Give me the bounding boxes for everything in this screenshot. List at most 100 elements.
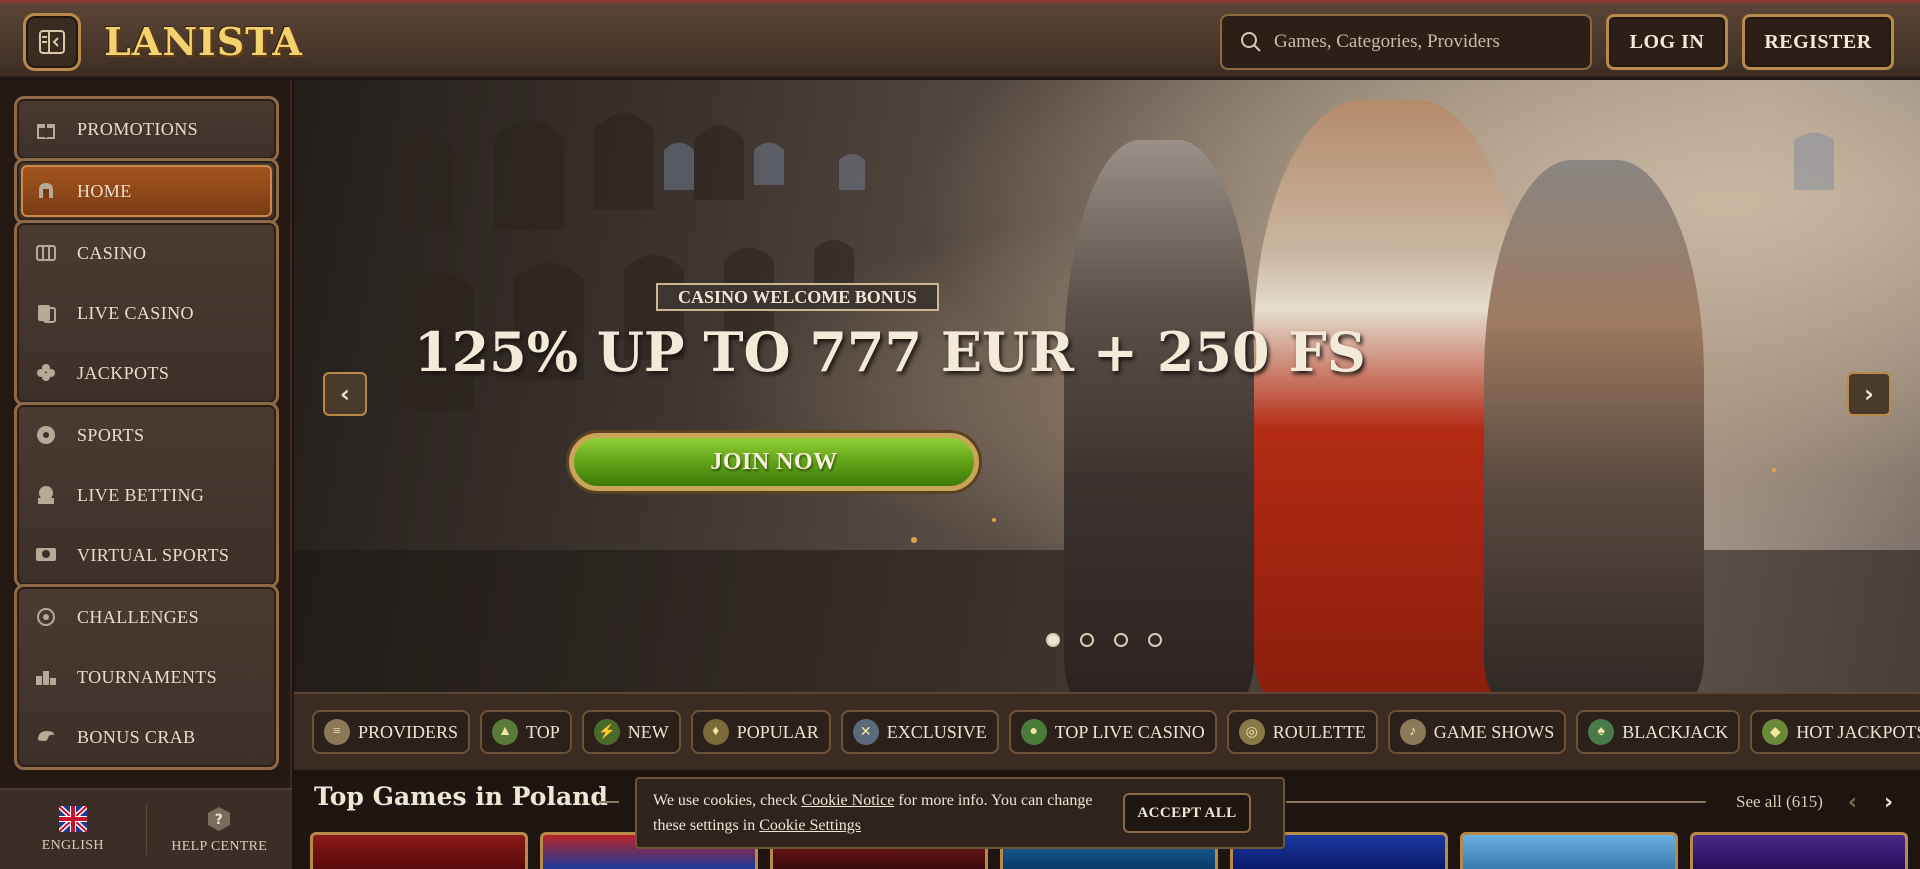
blackjack-cards-icon: ♠ bbox=[1588, 719, 1615, 745]
register-button[interactable]: REGISTER bbox=[1742, 14, 1894, 70]
sidebar-item-live-casino[interactable]: LIVE CASINO bbox=[17, 283, 276, 343]
cards-icon bbox=[35, 302, 57, 324]
category-new[interactable]: ⚡ NEW bbox=[581, 710, 681, 754]
help-centre-button[interactable]: ? HELP CENTRE bbox=[147, 790, 293, 869]
prev-slide-button[interactable]: ‹ bbox=[323, 372, 367, 416]
slide-dot[interactable] bbox=[1080, 633, 1094, 647]
cookie-text: We use cookies, check bbox=[653, 792, 802, 809]
lightning-icon: ⚡ bbox=[593, 719, 620, 745]
category-bar: ≡ PROVIDERS ▲ TOP ⚡ NEW ♦ POPULAR ✕ EXCL… bbox=[294, 692, 1920, 770]
accept-all-button[interactable]: ACCEPT ALL bbox=[1123, 793, 1251, 833]
crab-icon bbox=[35, 726, 57, 748]
category-label: EXCLUSIVE bbox=[886, 721, 987, 742]
sidebar-item-tournaments[interactable]: TOURNAMENTS bbox=[17, 647, 276, 707]
sidebar-footer: ENGLISH ? HELP CENTRE bbox=[0, 788, 292, 869]
slot-machine-icon bbox=[35, 242, 57, 264]
category-label: TOP LIVE CASINO bbox=[1054, 721, 1205, 742]
torch-icon: ♦ bbox=[702, 719, 729, 745]
sidebar-item-bonus-crab[interactable]: BONUS CRAB bbox=[17, 707, 276, 767]
nav-group-home: HOME bbox=[14, 158, 279, 224]
cookie-notice-link[interactable]: Cookie Notice bbox=[801, 792, 894, 809]
games-prev-button[interactable]: ‹ bbox=[1848, 790, 1857, 815]
category-top-live-casino[interactable]: ● TOP LIVE CASINO bbox=[1008, 710, 1217, 754]
sidebar-item-virtual-sports[interactable]: VIRTUAL SPORTS bbox=[17, 525, 276, 585]
clover-icon bbox=[35, 362, 57, 384]
see-all-link[interactable]: See all (615) bbox=[1736, 792, 1823, 812]
category-popular[interactable]: ♦ POPULAR bbox=[690, 710, 831, 754]
cookie-settings-link[interactable]: Cookie Settings bbox=[759, 817, 861, 834]
sidebar-item-promotions[interactable]: PROMOTIONS bbox=[17, 99, 276, 159]
category-label: POPULAR bbox=[736, 721, 819, 742]
sidebar-item-label: TOURNAMENTS bbox=[77, 666, 218, 687]
sidebar-item-label: BONUS CRAB bbox=[77, 726, 196, 747]
chevron-right-icon: › bbox=[1884, 790, 1894, 815]
hero-banner: CASINO WELCOME BONUS 125% UP TO 777 EUR … bbox=[294, 80, 1920, 692]
welcome-bonus-badge: CASINO WELCOME BONUS bbox=[656, 283, 939, 311]
sidebar-item-label: JACKPOTS bbox=[77, 362, 170, 383]
scroll-icon: ≡ bbox=[324, 719, 350, 745]
category-exclusive[interactable]: ✕ EXCLUSIVE bbox=[840, 710, 999, 754]
slide-dot[interactable] bbox=[1148, 633, 1162, 647]
next-slide-button[interactable]: › bbox=[1847, 372, 1891, 416]
game-thumbnail[interactable] bbox=[1460, 832, 1678, 869]
sidebar-item-sports[interactable]: SPORTS bbox=[17, 405, 276, 465]
uk-flag-icon bbox=[58, 805, 87, 832]
search-box[interactable] bbox=[1220, 14, 1592, 70]
title-ornament bbox=[599, 801, 619, 803]
sidebar-collapse-icon bbox=[39, 30, 65, 54]
join-now-button[interactable]: JOIN NOW bbox=[569, 433, 979, 491]
sidebar-item-label: PROMOTIONS bbox=[77, 118, 199, 139]
slide-dot[interactable] bbox=[1114, 633, 1128, 647]
sidebar-item-home[interactable]: HOME bbox=[21, 165, 272, 217]
sidebar-item-challenges[interactable]: CHALLENGES bbox=[17, 587, 276, 647]
category-label: TOP bbox=[526, 721, 560, 742]
gift-icon bbox=[35, 118, 57, 140]
sidebar-toggle-button[interactable] bbox=[23, 13, 81, 71]
roulette-icon: ◎ bbox=[1238, 719, 1265, 745]
sidebar-item-label: CHALLENGES bbox=[77, 606, 199, 627]
virtual-sports-icon bbox=[35, 544, 57, 566]
games-next-button[interactable]: › bbox=[1884, 790, 1893, 815]
category-providers[interactable]: ≡ PROVIDERS bbox=[312, 710, 471, 754]
category-label: BLACKJACK bbox=[1622, 721, 1729, 742]
slide-dot[interactable] bbox=[1046, 633, 1060, 647]
category-label: HOT JACKPOTS bbox=[1796, 721, 1920, 742]
cookie-banner: We use cookies, check Cookie Notice for … bbox=[635, 777, 1285, 849]
sidebar-item-label: LIVE BETTING bbox=[77, 484, 205, 505]
challenge-icon bbox=[35, 606, 57, 628]
chevron-right-icon: › bbox=[1864, 380, 1874, 408]
nav-group-sports: SPORTS LIVE BETTING VIRTUAL SPORTS bbox=[14, 402, 279, 588]
help-icon: ? bbox=[208, 806, 231, 831]
logo[interactable]: LANISTA bbox=[104, 15, 303, 67]
gladiator-left-figure bbox=[1064, 140, 1254, 692]
game-thumbnail[interactable] bbox=[310, 832, 528, 869]
sidebar-item-casino[interactable]: CASINO bbox=[17, 223, 276, 283]
podium-icon bbox=[35, 666, 57, 688]
category-roulette[interactable]: ◎ ROULETTE bbox=[1226, 710, 1378, 754]
category-game-shows[interactable]: ♪ GAME SHOWS bbox=[1387, 710, 1567, 754]
category-hot-jackpots[interactable]: ◆ HOT JACKPOTS bbox=[1750, 710, 1920, 754]
cookie-message: We use cookies, check Cookie Notice for … bbox=[653, 788, 1103, 838]
svg-text:?: ? bbox=[215, 812, 223, 828]
title-ornament bbox=[1286, 801, 1706, 803]
treasure-icon: ◆ bbox=[1762, 719, 1789, 745]
category-top[interactable]: ▲ TOP bbox=[480, 710, 572, 754]
login-button[interactable]: LOG IN bbox=[1606, 14, 1728, 70]
sidebar-item-live-betting[interactable]: LIVE BETTING bbox=[17, 465, 276, 525]
nav-group-promotions: PROMOTIONS bbox=[14, 96, 279, 162]
sidebar-item-label: VIRTUAL SPORTS bbox=[77, 544, 230, 565]
section-title: Top Games in Poland bbox=[314, 782, 608, 811]
language-selector[interactable]: ENGLISH bbox=[0, 790, 146, 869]
sidebar-item-jackpots[interactable]: JACKPOTS bbox=[17, 343, 276, 403]
search-icon bbox=[1241, 32, 1261, 52]
chevron-left-icon: ‹ bbox=[1848, 790, 1858, 815]
sidebar-item-label: SPORTS bbox=[77, 424, 145, 445]
top-header: LANISTA LOG IN REGISTER bbox=[0, 0, 1920, 78]
chevron-left-icon: ‹ bbox=[340, 380, 350, 408]
search-input[interactable] bbox=[1274, 31, 1574, 53]
game-thumbnail[interactable] bbox=[1690, 832, 1908, 869]
hero-title: 125% UP TO 777 EUR + 250 FS bbox=[414, 320, 1366, 384]
sidebar-item-label: HOME bbox=[77, 180, 132, 201]
gladiator-right-figure bbox=[1484, 160, 1704, 692]
category-blackjack[interactable]: ♠ BLACKJACK bbox=[1576, 710, 1741, 754]
